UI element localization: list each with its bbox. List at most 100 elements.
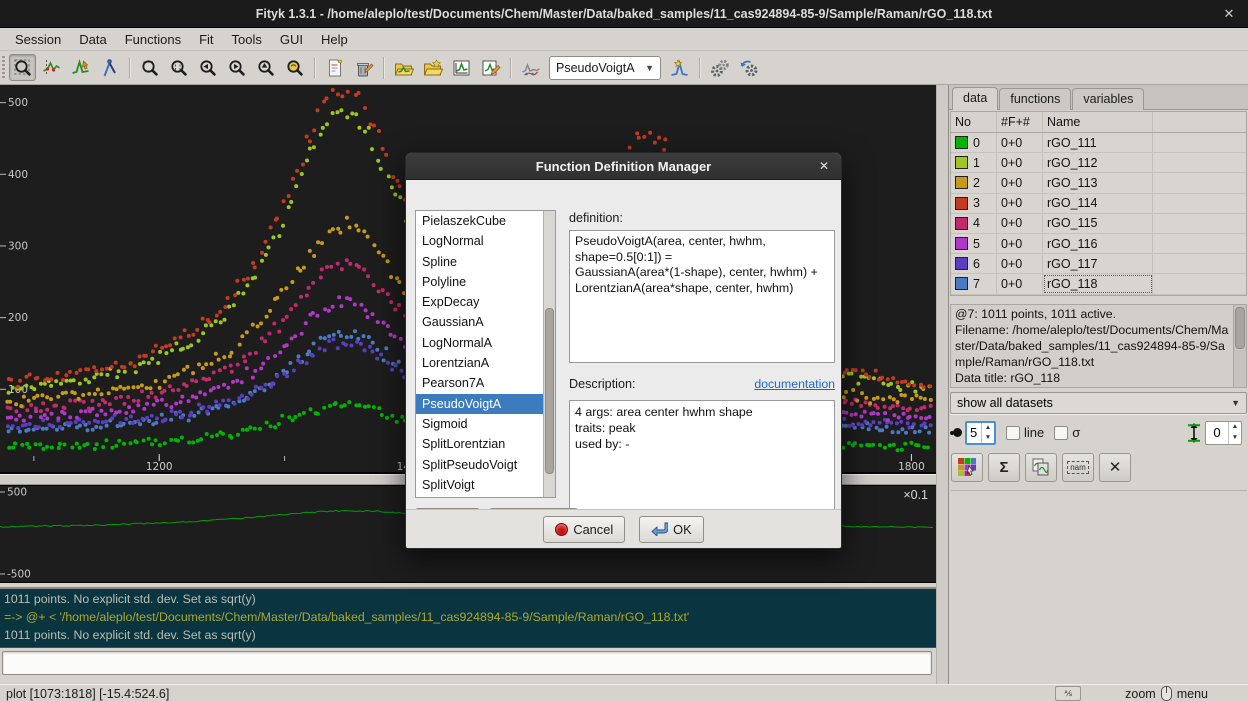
zoom-previous-button[interactable]: [281, 54, 308, 81]
function-list-item-lorentziana[interactable]: LorentzianA: [416, 353, 543, 373]
tab-data[interactable]: data: [952, 87, 998, 110]
table-row[interactable]: 20+0rGO_113: [951, 173, 1246, 193]
add-peak-mode-button[interactable]: [67, 54, 94, 81]
zoom-right-button[interactable]: [223, 54, 250, 81]
table-row[interactable]: 70+0rGO_118: [951, 274, 1246, 294]
window-close-icon[interactable]: ✕: [1220, 6, 1238, 22]
dataset-color-swatch[interactable]: [955, 176, 968, 189]
dataset-color-and-number[interactable]: 4: [951, 214, 997, 233]
function-list-item-gaussiana[interactable]: GaussianA: [416, 312, 543, 332]
dataset-colors-button[interactable]: [951, 453, 983, 482]
dataset-name[interactable]: rGO_111: [1043, 133, 1153, 152]
function-list-item-lognormala[interactable]: LogNormalA: [416, 333, 543, 353]
dataset-name[interactable]: rGO_115: [1043, 214, 1153, 233]
menu-item-functions[interactable]: Functions: [116, 30, 190, 49]
table-row[interactable]: 60+0rGO_117: [951, 254, 1246, 274]
dataset-name[interactable]: rGO_113: [1043, 173, 1153, 192]
reset-session-button[interactable]: [350, 54, 377, 81]
cancel-button[interactable]: Cancel: [543, 516, 625, 543]
open-data-button[interactable]: [390, 54, 417, 81]
table-row[interactable]: 10+0rGO_112: [951, 153, 1246, 173]
spin-up-icon[interactable]: ▲: [1229, 422, 1241, 433]
coordinate-format-button[interactable]: ⅍: [1055, 686, 1081, 701]
zoom-vertical-button[interactable]: [165, 54, 192, 81]
dataset-name[interactable]: rGO_114: [1043, 194, 1153, 213]
dataset-color-swatch[interactable]: [955, 136, 968, 149]
vertical-splitter[interactable]: [936, 85, 948, 684]
dialog-close-icon[interactable]: ✕: [819, 159, 829, 173]
shift-spinner[interactable]: 0 ▲▼: [1205, 421, 1242, 445]
delete-dataset-button[interactable]: ✕: [1099, 453, 1131, 482]
undo-fit-button[interactable]: [735, 54, 762, 81]
table-row[interactable]: 50+0rGO_116: [951, 234, 1246, 254]
menu-item-help[interactable]: Help: [312, 30, 357, 49]
activate-function-mode-button[interactable]: [96, 54, 123, 81]
menu-item-fit[interactable]: Fit: [190, 30, 222, 49]
menu-item-gui[interactable]: GUI: [271, 30, 312, 49]
zoom-rect-mode-button[interactable]: [9, 54, 36, 81]
edit-script-button[interactable]: [477, 54, 504, 81]
spin-down-icon[interactable]: ▼: [982, 433, 994, 443]
dataset-name[interactable]: rGO_116: [1043, 234, 1153, 253]
dataset-color-swatch[interactable]: [955, 237, 968, 250]
column-header-name[interactable]: Name: [1043, 112, 1153, 132]
dataset-color-swatch[interactable]: [955, 156, 968, 169]
definition-textarea[interactable]: PseudoVoigtA(area, center, hwhm, shape=0…: [569, 230, 835, 363]
tab-variables[interactable]: variables: [1072, 88, 1144, 110]
function-list-item-pseudovoigta[interactable]: PseudoVoigtA: [416, 394, 543, 414]
zoom-left-button[interactable]: [194, 54, 221, 81]
column-header-f[interactable]: #F+#: [997, 112, 1043, 132]
spin-down-icon[interactable]: ▼: [1229, 433, 1241, 444]
menu-item-data[interactable]: Data: [70, 30, 115, 49]
function-list-item-lognormal[interactable]: LogNormal: [416, 231, 543, 251]
menu-item-tools[interactable]: Tools: [223, 30, 271, 49]
column-header-no[interactable]: No: [951, 112, 997, 132]
dataset-name[interactable]: rGO_118: [1043, 274, 1153, 293]
output-console[interactable]: 1011 points. No explicit std. dev. Set a…: [0, 587, 936, 648]
dataset-filter-dropdown[interactable]: show all datasets ▼: [950, 392, 1247, 414]
function-list-item-polyline[interactable]: Polyline: [416, 272, 543, 292]
dataset-color-and-number[interactable]: 6: [951, 254, 997, 273]
info-scrollbar[interactable]: [1233, 305, 1246, 387]
zoom-up-button[interactable]: [252, 54, 279, 81]
data-range-mode-button[interactable]: [38, 54, 65, 81]
menu-item-session[interactable]: Session: [6, 30, 70, 49]
dataset-color-swatch[interactable]: [955, 257, 968, 270]
rename-dataset-button[interactable]: nam: [1062, 453, 1094, 482]
strip-background-button[interactable]: [517, 54, 544, 81]
documentation-link[interactable]: documentation: [754, 377, 835, 391]
copy-function-button[interactable]: [1025, 453, 1057, 482]
dataset-color-and-number[interactable]: 1: [951, 153, 997, 172]
dataset-color-swatch[interactable]: [955, 277, 968, 290]
function-list-item-splitpseudovoigt[interactable]: SplitPseudoVoigt: [416, 455, 543, 475]
dataset-color-and-number[interactable]: 2: [951, 173, 997, 192]
function-list-scrollbar[interactable]: [543, 211, 555, 497]
function-type-dropdown[interactable]: PseudoVoigtA▼: [549, 56, 661, 80]
open-data-custom-button[interactable]: [419, 54, 446, 81]
auto-add-peak-button[interactable]: [666, 54, 693, 81]
table-row[interactable]: 30+0rGO_114: [951, 194, 1246, 214]
line-checkbox[interactable]: [1006, 426, 1020, 440]
dataset-color-swatch[interactable]: [955, 217, 968, 230]
ok-button[interactable]: OK: [639, 516, 704, 543]
zoom-all-button[interactable]: [136, 54, 163, 81]
session-log-button[interactable]: [321, 54, 348, 81]
dataset-color-and-number[interactable]: 7: [951, 274, 997, 293]
dataset-name[interactable]: rGO_117: [1043, 254, 1153, 273]
dialog-titlebar[interactable]: Function Definition Manager ✕: [406, 153, 841, 180]
run-fit-button[interactable]: [706, 54, 733, 81]
sigma-checkbox[interactable]: [1054, 426, 1068, 440]
function-list-item-pearson7a[interactable]: Pearson7A: [416, 373, 543, 393]
dataset-name[interactable]: rGO_112: [1043, 153, 1153, 172]
function-list-item-spline[interactable]: Spline: [416, 252, 543, 272]
point-size-spinner[interactable]: 5 ▲▼: [965, 421, 996, 445]
toolbar-grip[interactable]: [2, 56, 5, 80]
dataset-color-and-number[interactable]: 3: [951, 194, 997, 213]
table-row[interactable]: 00+0rGO_111: [951, 133, 1246, 153]
spin-up-icon[interactable]: ▲: [982, 423, 994, 433]
dataset-color-swatch[interactable]: [955, 197, 968, 210]
dataset-color-and-number[interactable]: 0: [951, 133, 997, 152]
function-list-item-splitlorentzian[interactable]: SplitLorentzian: [416, 434, 543, 454]
table-row[interactable]: 40+0rGO_115: [951, 214, 1246, 234]
function-list-item-sigmoid[interactable]: Sigmoid: [416, 414, 543, 434]
